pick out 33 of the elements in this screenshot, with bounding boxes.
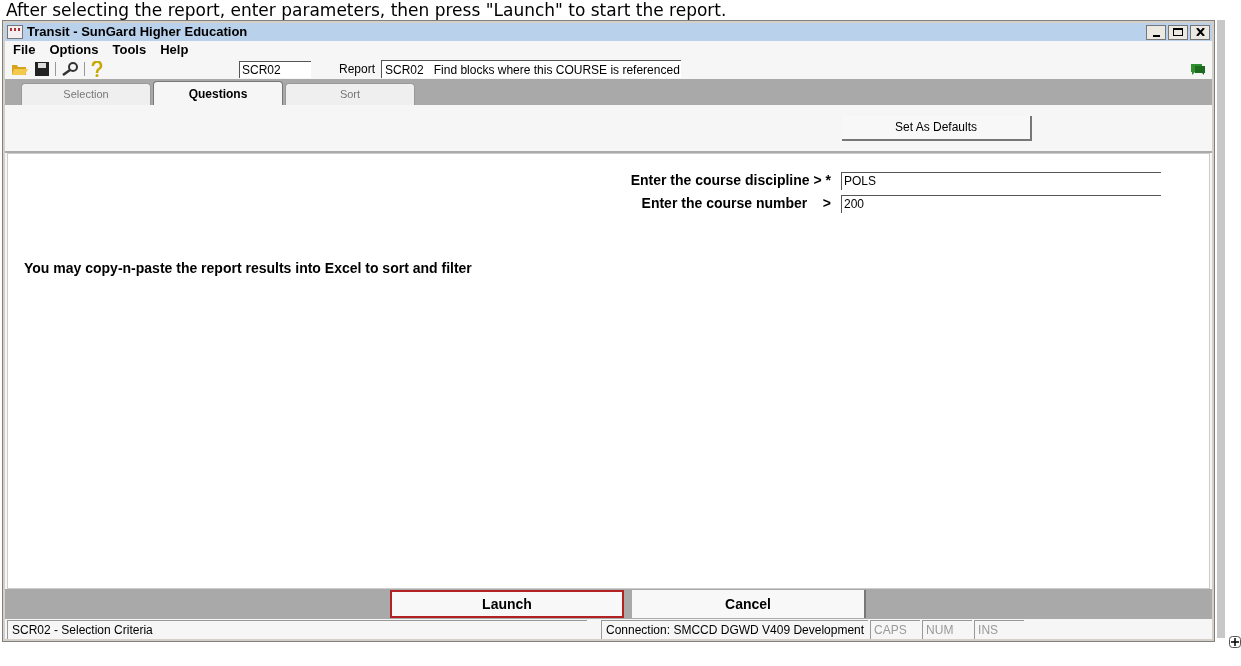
action-button[interactable]: Cancel [632, 590, 866, 618]
set-defaults-button[interactable]: Set As Defaults [842, 115, 1032, 141]
tab[interactable]: Questions [153, 81, 283, 105]
input-field[interactable]: 200 [841, 194, 1161, 213]
chat-icon[interactable] [1190, 62, 1206, 76]
tab[interactable]: Selection [21, 83, 151, 105]
caption: After selecting the report, enter parameters, then press "Launch" to start the report. [6, 0, 727, 20]
close-icon [1195, 28, 1205, 36]
menu-item[interactable]: Help [160, 40, 189, 60]
tab[interactable]: Sort [285, 83, 415, 105]
report-dropdown[interactable]: SCR02 Find blocks where this COURSE is referenced [381, 60, 682, 78]
report-code-field[interactable]: SCR02 [239, 60, 311, 78]
status-indicator: INS [974, 619, 1025, 639]
app-icon [7, 25, 23, 39]
status-indicator: NUM [922, 619, 973, 639]
field-label: Enter the course discipline > * [630, 171, 831, 190]
info-message: You may copy-n-paste the report results into Excel to sort and filter [24, 259, 473, 278]
save-icon[interactable] [35, 62, 49, 76]
input-field[interactable]: POLS [841, 171, 1161, 190]
maximize-button[interactable] [1168, 24, 1188, 40]
connection-status: Connection: SMCCD DGWD V409 Development [601, 619, 869, 639]
minimize-button[interactable] [1146, 24, 1166, 40]
report-label: Report [339, 61, 376, 78]
status-indicator: CAPS [870, 619, 921, 639]
status-text: SCR02 - Selection Criteria [7, 619, 587, 639]
window-title: Transit - SunGard Higher Education [27, 23, 248, 42]
menu-item[interactable]: Options [49, 40, 99, 60]
action-button[interactable]: Launch [390, 590, 624, 618]
plus-icon[interactable] [1229, 636, 1241, 648]
close-button[interactable] [1190, 24, 1210, 40]
menu-item[interactable]: Tools [112, 40, 147, 60]
field-label: Enter the course number > [641, 194, 831, 213]
menu-item[interactable]: File [13, 40, 36, 60]
